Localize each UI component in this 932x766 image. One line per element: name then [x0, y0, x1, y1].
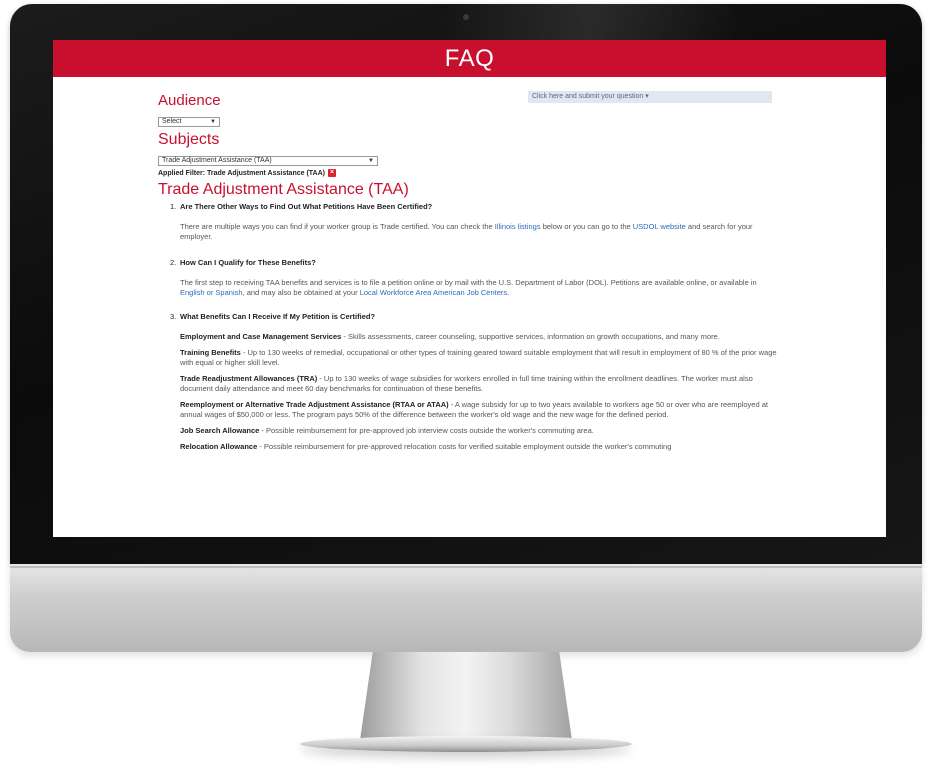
faq-question-text: How Can I Qualify for These Benefits? — [180, 258, 316, 267]
answer-text: There are multiple ways you can find if … — [180, 222, 495, 231]
benefit-item: Trade Readjustment Allowances (TRA) - Up… — [180, 374, 780, 394]
faq-answer: The first step to receiving TAA benefits… — [180, 278, 780, 298]
answer-text: below or you can go to the — [540, 222, 633, 231]
audience-select-value: Select — [162, 118, 182, 125]
chin-divider — [10, 566, 922, 568]
faq-list: 1. Are There Other Ways to Find Out What… — [158, 202, 886, 452]
applied-filter: Applied Filter: Trade Adjustment Assista… — [158, 169, 886, 177]
faq-number: 1. — [170, 202, 177, 211]
audience-select[interactable]: Select ▼ — [158, 116, 220, 127]
camera-icon — [463, 14, 469, 20]
benefit-name: Job Search Allowance — [180, 426, 260, 435]
benefit-desc: - Possible reimbursement for pre-approve… — [257, 442, 672, 451]
usdol-website-link[interactable]: USDOL website — [633, 222, 686, 231]
benefit-item: Relocation Allowance - Possible reimburs… — [180, 442, 780, 452]
audience-heading: Audience — [158, 92, 221, 109]
benefit-name: Reemployment or Alternative Trade Adjust… — [180, 400, 449, 409]
question-select-placeholder: Click here and submit your question — [532, 93, 644, 100]
page-title: FAQ — [444, 44, 495, 72]
job-centers-link[interactable]: Local Workforce Area American Job Center… — [360, 288, 507, 297]
benefit-item: Training Benefits - Up to 130 weeks of r… — [180, 348, 780, 368]
english-spanish-link[interactable]: English or Spanish — [180, 288, 243, 297]
answer-text: The first step to receiving TAA benefits… — [180, 278, 757, 287]
faq-question-text: What Benefits Can I Receive If My Petiti… — [180, 312, 376, 321]
benefit-desc: - Up to 130 weeks of remedial, occupatio… — [180, 348, 777, 367]
answer-text: . — [507, 288, 510, 297]
benefit-item: Job Search Allowance - Possible reimburs… — [180, 426, 780, 436]
monitor-chin — [10, 564, 922, 652]
faq-question[interactable]: 3. What Benefits Can I Receive If My Pet… — [170, 312, 886, 322]
benefit-name: Trade Readjustment Allowances (TRA) — [180, 374, 318, 383]
question-select[interactable]: Click here and submit your question ▾ — [528, 91, 772, 103]
faq-item: 2. How Can I Qualify for These Benefits?… — [158, 258, 886, 298]
benefit-desc: - Skills assessments, career counseling,… — [341, 332, 720, 341]
faq-number: 2. — [170, 258, 177, 267]
applied-filter-text: Applied Filter: Trade Adjustment Assista… — [158, 169, 325, 177]
faq-banner: FAQ — [53, 40, 886, 77]
faq-question[interactable]: 1. Are There Other Ways to Find Out What… — [170, 202, 886, 212]
faq-answer: There are multiple ways you can find if … — [180, 222, 780, 242]
spacer — [158, 242, 886, 258]
monitor-stand-base — [300, 736, 632, 752]
chevron-down-icon: ▼ — [368, 157, 374, 164]
faq-number: 3. — [170, 312, 177, 321]
faq-item: 3. What Benefits Can I Receive If My Pet… — [158, 312, 886, 452]
subjects-select[interactable]: Trade Adjustment Assistance (TAA) ▼ — [158, 155, 378, 166]
faq-question-text: Are There Other Ways to Find Out What Pe… — [180, 202, 433, 211]
answer-text: , and may also be obtained at your — [242, 288, 360, 297]
benefit-name: Relocation Allowance — [180, 442, 258, 451]
benefit-desc: - Possible reimbursement for pre-approve… — [259, 426, 594, 435]
subjects-heading: Subjects — [158, 131, 220, 148]
monitor-stand-neck — [360, 652, 572, 740]
faq-content: Click here and submit your question ▾ Au… — [53, 77, 886, 452]
benefit-name: Employment and Case Management Services — [180, 332, 342, 341]
remove-filter-icon[interactable]: × — [328, 169, 336, 177]
faq-item: 1. Are There Other Ways to Find Out What… — [158, 202, 886, 242]
chevron-down-icon: ▼ — [210, 118, 216, 125]
benefits-list: Employment and Case Management Services … — [180, 332, 780, 452]
spacer — [158, 298, 886, 312]
illinois-listings-link[interactable]: Illinois listings — [495, 222, 541, 231]
subjects-select-value: Trade Adjustment Assistance (TAA) — [162, 157, 272, 164]
benefit-item: Reemployment or Alternative Trade Adjust… — [180, 400, 780, 420]
bezel-glare — [440, 4, 740, 40]
chevron-down-icon: ▾ — [645, 93, 649, 100]
benefit-name: Training Benefits — [180, 348, 241, 357]
benefit-item: Employment and Case Management Services … — [180, 332, 780, 342]
section-title: Trade Adjustment Assistance (TAA) — [158, 181, 409, 198]
screen: FAQ Click here and submit your question … — [53, 40, 886, 537]
faq-question[interactable]: 2. How Can I Qualify for These Benefits? — [170, 258, 886, 268]
